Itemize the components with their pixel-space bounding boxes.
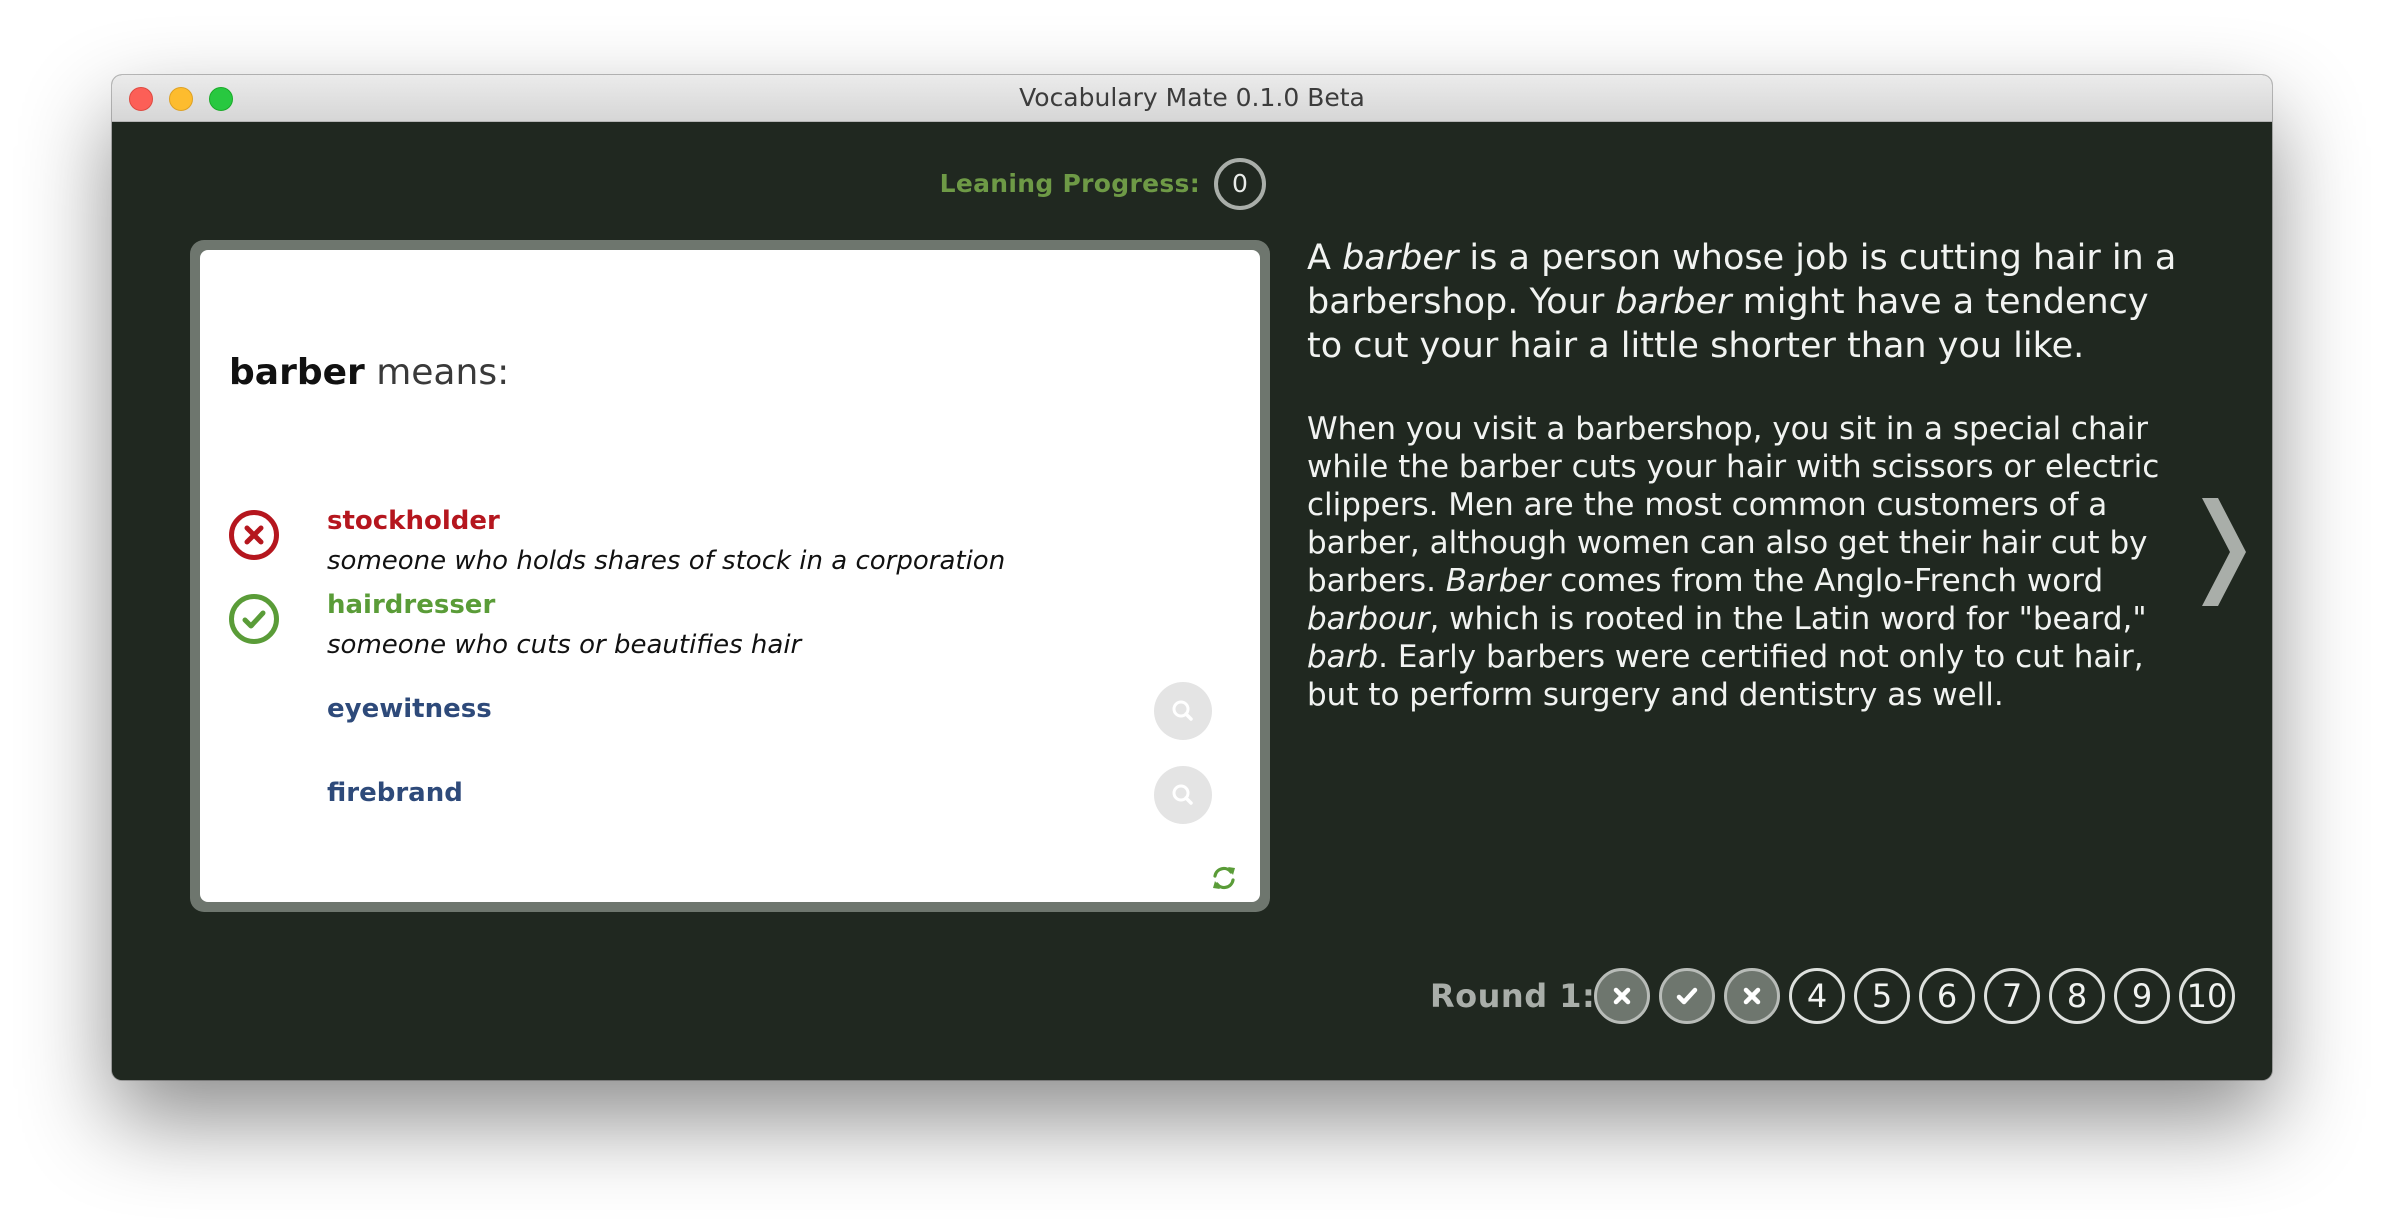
question-card-body: barber means: stockholder someone who ho… [200,250,1260,902]
progress-counter: 0 [1214,158,1266,210]
lookup-eyewitness-button[interactable] [1154,682,1212,740]
choice-stockholder-gloss: someone who holds shares of stock in a c… [327,546,1006,576]
question-card: barber means: stockholder someone who ho… [190,240,1270,912]
question-word: barber [229,352,365,393]
def-text: A [1307,238,1343,278]
x-icon [1613,987,1631,1005]
round-item-9[interactable]: 9 [2114,968,2170,1024]
def-text: , which is rooted in the Latin word for … [1429,601,2147,637]
round-item-2[interactable] [1659,968,1715,1024]
def-keyword: Barber [1445,563,1551,599]
window-title: Vocabulary Mate 0.1.0 Beta [1019,83,1365,112]
def-keyword: barber [1342,238,1459,278]
def-keyword: barb [1307,639,1379,675]
correct-answer-icon [229,594,279,644]
round-item-7[interactable]: 7 [1984,968,2040,1024]
title-bar: Vocabulary Mate 0.1.0 Beta [112,75,2272,122]
choice-firebrand[interactable]: firebrand [327,778,463,808]
choice-eyewitness[interactable]: eyewitness [327,694,492,724]
round-item-5[interactable]: 5 [1854,968,1910,1024]
definition-panel: A barber is a person whose job is cuttin… [1307,236,2187,714]
choice-stockholder[interactable]: stockholder [327,506,500,536]
search-icon [1172,784,1193,805]
definition-short: A barber is a person whose job is cuttin… [1307,236,2187,368]
choice-hairdresser-gloss: someone who cuts or beautifies hair [327,630,802,660]
refresh-icon[interactable] [1210,864,1238,892]
def-text: comes from the Anglo-French word [1550,563,2104,599]
question-suffix: means: [376,352,510,393]
def-text: . Early barbers were certified not only … [1307,639,2144,713]
x-icon [1743,987,1761,1005]
progress-label: Leaning Progress: [939,169,1200,198]
round-item-8[interactable]: 8 [2049,968,2105,1024]
wrong-answer-icon [229,510,279,560]
def-keyword: barbour [1307,601,1430,637]
search-icon [1172,700,1193,721]
round-item-6[interactable]: 6 [1919,968,1975,1024]
def-keyword: barber [1615,282,1732,322]
app-window: Vocabulary Mate 0.1.0 Beta Leaning Progr… [112,75,2272,1080]
question-prompt: barber means: [229,352,509,393]
main-content: Leaning Progress: 0 barber means: stockh… [112,122,2272,1080]
round-item-4[interactable]: 4 [1789,968,1845,1024]
chevron-right-icon [2202,498,2246,606]
choice-hairdresser[interactable]: hairdresser [327,590,495,620]
check-icon [1676,987,1698,1005]
next-question-button[interactable] [2194,492,2250,612]
round-item-1[interactable] [1594,968,1650,1024]
definition-long: When you visit a barbershop, you sit in … [1307,410,2187,714]
round-item-10[interactable]: 10 [2179,968,2235,1024]
round-item-3[interactable] [1724,968,1780,1024]
lookup-firebrand-button[interactable] [1154,766,1212,824]
round-label: Round 1: [1430,977,1596,1015]
